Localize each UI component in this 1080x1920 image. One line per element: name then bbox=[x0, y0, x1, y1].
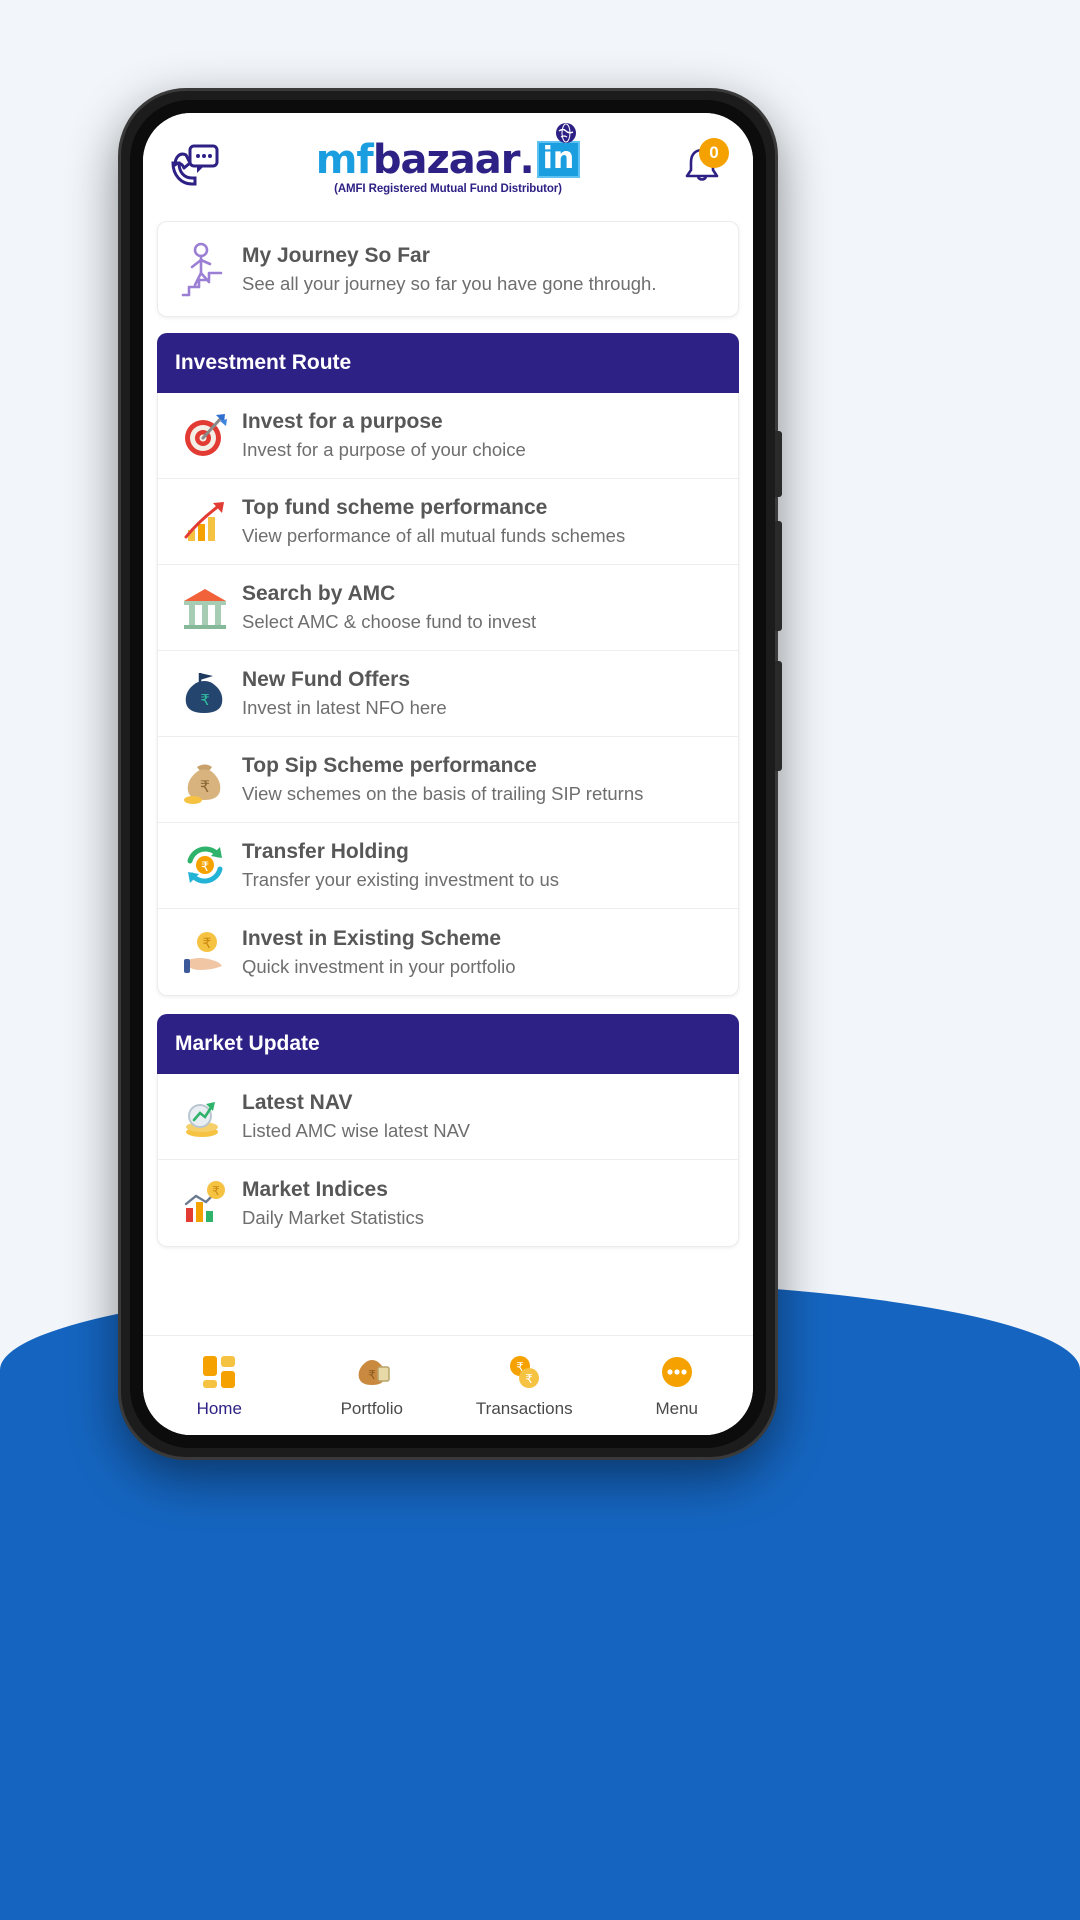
logo-text-mf: mf bbox=[315, 136, 374, 183]
list-item-subtitle: Quick investment in your portfolio bbox=[242, 955, 516, 977]
person-climbing-stairs-icon bbox=[174, 240, 236, 298]
svg-text:₹: ₹ bbox=[203, 936, 212, 952]
list-item-subtitle: View schemes on the basis of trailing SI… bbox=[242, 783, 644, 804]
portfolio-bag-icon: ₹ bbox=[353, 1352, 391, 1392]
list-item-title: Transfer Holding bbox=[242, 840, 409, 863]
target-dart-icon bbox=[174, 411, 236, 461]
list-item-title: Search by AMC bbox=[242, 582, 396, 605]
nav-coins-chart-icon bbox=[174, 1092, 236, 1142]
section-heading-investment-route: Investment Route bbox=[157, 333, 739, 393]
list-item-title: Invest for a purpose bbox=[242, 410, 443, 433]
list-item-subtitle: View performance of all mutual funds sch… bbox=[242, 525, 626, 546]
list-item-latest-nav[interactable]: Latest NAV Listed AMC wise latest NAV bbox=[158, 1074, 738, 1160]
list-item-top-fund-scheme-performance[interactable]: Top fund scheme performance View perform… bbox=[158, 479, 738, 565]
notification-button[interactable]: 0 bbox=[657, 138, 729, 193]
phone-button-silent bbox=[775, 431, 782, 497]
app-scroll-content[interactable]: My Journey So Far See all your journey s… bbox=[143, 221, 753, 1335]
app-header: mf bazaar. in (AMFI Registered Mutual Fund… bbox=[143, 113, 753, 221]
list-item-transfer-holding[interactable]: ₹ Transfer Holding Transfer your existin… bbox=[158, 823, 738, 909]
list-item-new-fund-offers[interactable]: ₹ New Fund Offers Invest in latest NFO h… bbox=[158, 651, 738, 737]
phone-mockup: mf bazaar. in (AMFI Registered Mutual Fund… bbox=[118, 88, 782, 1460]
phone-button-volume-down bbox=[775, 661, 782, 771]
list-item-subtitle: Select AMC & choose fund to invest bbox=[242, 611, 537, 632]
support-button[interactable] bbox=[169, 143, 239, 192]
logo-tagline: (AMFI Registered Mutual Fund Distributor… bbox=[334, 182, 562, 195]
list-item-title: Top Sip Scheme performance bbox=[242, 754, 537, 777]
list-item-top-sip-scheme-performance[interactable]: ₹ Top Sip Scheme performance View scheme… bbox=[158, 737, 738, 823]
hand-rupee-coin-icon: ₹ bbox=[174, 927, 236, 977]
journey-subtitle: See all your journey so far you have gon… bbox=[242, 272, 657, 294]
money-bag-flag-icon: ₹ bbox=[174, 669, 236, 719]
section-investment-route: Investment Route Invest for a purpose In… bbox=[157, 333, 739, 996]
svg-text:₹: ₹ bbox=[525, 1372, 533, 1386]
list-item-subtitle: Daily Market Statistics bbox=[242, 1206, 424, 1228]
notification-badge: 0 bbox=[699, 138, 729, 168]
bank-building-icon bbox=[174, 583, 236, 633]
growth-chart-icon bbox=[174, 497, 236, 547]
list-item-invest-for-a-purpose[interactable]: Invest for a purpose Invest for a purpos… bbox=[158, 393, 738, 479]
svg-text:₹: ₹ bbox=[212, 1184, 220, 1198]
bottom-navigation: Home ₹ Portfolio ₹ ₹ Transactions Menu bbox=[143, 1335, 753, 1435]
bar-chart-rupee-icon: ₹ bbox=[174, 1178, 236, 1228]
bell-icon bbox=[679, 145, 725, 193]
svg-text:₹: ₹ bbox=[201, 860, 209, 875]
app-logo: mf bazaar. in (AMFI Registered Mutual Fund… bbox=[239, 122, 657, 195]
nav-item-portfolio[interactable]: ₹ Portfolio bbox=[296, 1352, 449, 1419]
transactions-rupee-icon: ₹ ₹ bbox=[505, 1352, 543, 1392]
list-item-subtitle: Listed AMC wise latest NAV bbox=[242, 1120, 470, 1141]
list-item-subtitle: Transfer your existing investment to us bbox=[242, 869, 560, 890]
nav-label-portfolio: Portfolio bbox=[340, 1399, 403, 1418]
list-item-title: Invest in Existing Scheme bbox=[242, 926, 502, 950]
globe-icon bbox=[556, 122, 577, 143]
list-item-invest-in-existing-scheme[interactable]: ₹ Invest in Existing Scheme Quick invest… bbox=[158, 909, 738, 995]
list-item-title: New Fund Offers bbox=[242, 668, 411, 691]
svg-text:₹: ₹ bbox=[368, 1368, 376, 1382]
nav-label-home: Home bbox=[196, 1399, 242, 1418]
list-item-subtitle: Invest in latest NFO here bbox=[242, 697, 447, 718]
journey-title: My Journey So Far bbox=[242, 243, 430, 267]
menu-dots-icon bbox=[658, 1352, 696, 1392]
transfer-arrows-rupee-icon: ₹ bbox=[174, 841, 236, 891]
nav-label-menu: Menu bbox=[655, 1399, 699, 1418]
section-market-update: Market Update Latest NAV Listed AMC wise… bbox=[157, 1014, 739, 1247]
list-item-subtitle: Invest for a purpose of your choice bbox=[242, 439, 526, 460]
nav-label-transactions: Transactions bbox=[475, 1399, 573, 1418]
phone-button-volume-up bbox=[775, 521, 782, 631]
journey-card[interactable]: My Journey So Far See all your journey s… bbox=[157, 221, 739, 317]
rupee-money-bag-icon: ₹ bbox=[174, 755, 236, 805]
list-item-market-indices[interactable]: ₹ Market Indices Daily Market Statistics bbox=[158, 1160, 738, 1246]
logo-text-bazaar: bazaar bbox=[372, 136, 521, 183]
list-item-search-by-amc[interactable]: Search by AMC Select AMC & choose fund t… bbox=[158, 565, 738, 651]
list-item-title: Top fund scheme performance bbox=[242, 496, 548, 519]
list-item-title: Latest NAV bbox=[242, 1091, 353, 1114]
logo-text-dot: . bbox=[519, 136, 535, 183]
svg-text:₹: ₹ bbox=[200, 691, 210, 709]
list-item-title: Market Indices bbox=[242, 1177, 388, 1201]
grid-squares-icon bbox=[200, 1352, 238, 1392]
nav-item-transactions[interactable]: ₹ ₹ Transactions bbox=[448, 1352, 601, 1419]
section-heading-market-update: Market Update bbox=[157, 1014, 739, 1074]
nav-item-menu[interactable]: Menu bbox=[601, 1352, 754, 1419]
phone-chat-icon bbox=[169, 143, 221, 192]
nav-item-home[interactable]: Home bbox=[143, 1352, 296, 1419]
phone-screen: mf bazaar. in (AMFI Registered Mutual Fund… bbox=[143, 113, 753, 1435]
svg-text:₹: ₹ bbox=[200, 777, 210, 796]
logo-text-in: in bbox=[536, 141, 581, 178]
